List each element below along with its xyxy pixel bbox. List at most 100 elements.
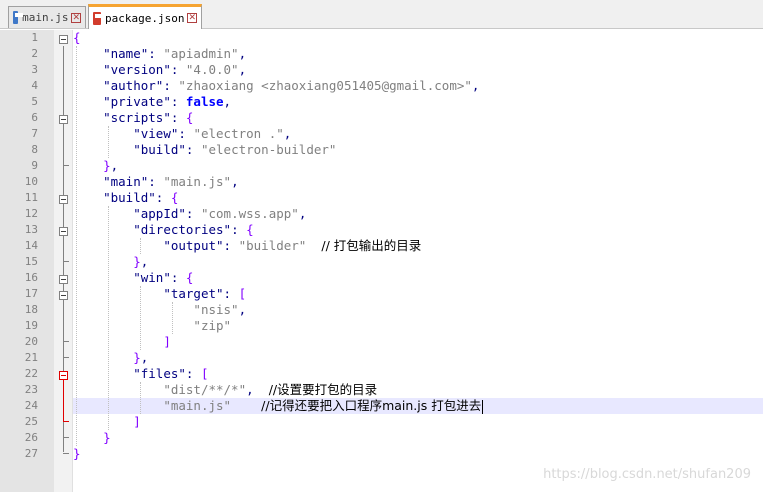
code-line: "target": [	[163, 286, 247, 301]
json-string: "main.js"	[163, 174, 232, 189]
code-line-current: "main.js" //记得还要把入口程序main.js 打包进去	[73, 398, 484, 414]
json-file-icon	[93, 11, 103, 25]
json-key: "build"	[133, 142, 186, 157]
fold-toggle-icon[interactable]	[59, 195, 68, 204]
code-line: "author": "zhaoxiang <zhaoxiang051405@gm…	[103, 78, 480, 93]
fold-end-active	[63, 421, 69, 422]
watermark: https://blog.csdn.net/shufan209	[543, 467, 751, 482]
json-string: "nsis"	[193, 302, 239, 317]
code-line: }	[73, 446, 81, 461]
code-line: "files": [	[133, 366, 209, 381]
fold-toggle-icon[interactable]	[59, 275, 68, 284]
code-line: ]	[133, 414, 141, 429]
line-number: 17	[24, 287, 38, 300]
tab-label: package.json	[104, 11, 185, 25]
fold-toggle-icon[interactable]	[59, 291, 68, 300]
json-key: "build"	[103, 190, 156, 205]
json-key: "directories"	[133, 222, 232, 237]
json-key: "view"	[133, 126, 179, 141]
code-line: },	[133, 254, 149, 269]
json-string: "builder"	[238, 238, 307, 253]
code-line: "output": "builder" // 打包输出的目录	[163, 238, 422, 253]
json-string: "com.wss.app"	[200, 206, 299, 221]
code-line: {	[73, 30, 81, 46]
fold-toggle-icon[interactable]	[59, 115, 68, 124]
fold-toggle-icon[interactable]	[59, 227, 68, 236]
json-string: "apiadmin"	[163, 46, 239, 61]
line-number: 13	[24, 223, 38, 236]
code-line: },	[133, 350, 149, 365]
line-number: 22	[24, 367, 38, 380]
json-string: "electron ."	[193, 126, 284, 141]
code-line: "scripts": {	[103, 110, 194, 125]
tab-label: main.js	[22, 11, 69, 24]
code-line: "dist/**/*", //设置要打包的目录	[163, 382, 378, 397]
fold-end	[63, 261, 69, 262]
code-line: },	[103, 158, 119, 173]
fold-end	[63, 453, 69, 454]
line-number: 26	[24, 431, 38, 444]
json-string: "4.0.0"	[185, 62, 239, 77]
line-number: 27	[24, 447, 38, 460]
code-line: "appId": "com.wss.app",	[133, 206, 307, 221]
json-key: "author"	[103, 78, 164, 93]
json-string: "main.js"	[163, 398, 232, 413]
fold-end	[63, 357, 69, 358]
line-number: 1	[31, 31, 38, 44]
json-string: "dist/**/*"	[163, 382, 247, 397]
json-key: "target"	[163, 286, 224, 301]
line-number: 15	[24, 255, 38, 268]
line-number: 10	[24, 175, 38, 188]
line-number: 24	[24, 399, 38, 412]
tab-main-js[interactable]: main.js ✕	[8, 6, 86, 28]
code-line: "main": "main.js",	[103, 174, 239, 189]
code-line: ]	[163, 334, 171, 349]
line-number: 3	[31, 63, 38, 76]
json-key: "scripts"	[103, 110, 171, 125]
fold-toggle-icon[interactable]	[59, 371, 68, 380]
tab-bar: main.js ✕ package.json ✕	[0, 0, 763, 29]
line-number: 7	[31, 127, 38, 140]
line-number: 8	[31, 143, 38, 156]
line-number: 9	[31, 159, 38, 172]
fold-end	[63, 341, 69, 342]
json-key: "version"	[103, 62, 171, 77]
json-key: "files"	[133, 366, 186, 381]
line-number: 2	[31, 47, 38, 60]
fold-end	[63, 165, 69, 166]
line-number: 25	[24, 415, 38, 428]
close-icon[interactable]: ✕	[187, 13, 197, 23]
close-icon[interactable]: ✕	[71, 12, 81, 23]
line-number: 6	[31, 111, 38, 124]
fold-end	[63, 437, 69, 438]
line-number: 20	[24, 335, 38, 348]
json-key: "name"	[103, 46, 149, 61]
json-string: "electron-builder"	[200, 142, 337, 157]
line-number: 5	[31, 95, 38, 108]
fold-toggle-icon[interactable]	[59, 35, 68, 44]
json-string: "zip"	[193, 318, 232, 333]
line-number: 18	[24, 303, 38, 316]
code-comment: //记得还要把入口程序main.js 打包进去	[261, 398, 482, 413]
json-key: "appId"	[133, 206, 186, 221]
json-key: "output"	[163, 238, 224, 253]
fold-line-active	[63, 380, 64, 422]
line-number: 23	[24, 383, 38, 396]
line-number: 19	[24, 319, 38, 332]
code-line: }	[103, 430, 111, 445]
tab-package-json[interactable]: package.json ✕	[88, 4, 202, 29]
brace: {	[73, 30, 81, 45]
json-string: "zhaoxiang <zhaoxiang051405@gmail.com>"	[178, 78, 472, 93]
code-line: "build": {	[103, 190, 179, 205]
line-number: 11	[24, 191, 38, 204]
code-line: "view": "electron .",	[133, 126, 292, 141]
json-keyword: false	[185, 94, 224, 109]
code-comment: //设置要打包的目录	[268, 382, 378, 397]
code-comment: // 打包输出的目录	[321, 238, 422, 253]
js-file-icon	[13, 11, 24, 24]
text-cursor	[482, 399, 484, 414]
json-key: "main"	[103, 174, 149, 189]
line-number: 4	[31, 79, 38, 92]
code-line: "version": "4.0.0",	[103, 62, 247, 77]
line-number: 12	[24, 207, 38, 220]
